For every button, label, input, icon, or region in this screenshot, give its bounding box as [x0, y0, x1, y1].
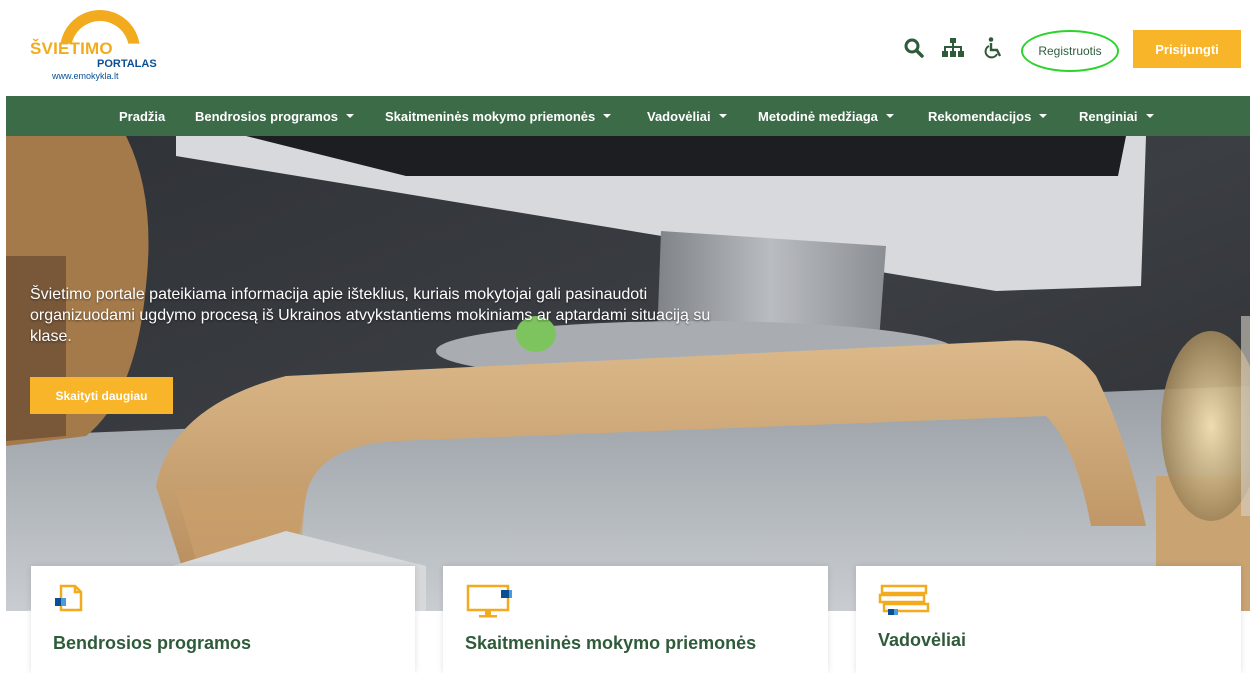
caret-down-icon: [1039, 114, 1048, 118]
nav-item-vadoveliai[interactable]: Vadovėliai: [647, 96, 727, 136]
document-icon: [53, 584, 85, 619]
nav-item-label: Renginiai: [1079, 108, 1138, 124]
logo-url: www.emokykla.lt: [52, 71, 119, 81]
site-logo[interactable]: ŠVIETIMO PORTALAS www.emokykla.lt: [30, 8, 157, 92]
card-bendrosios-programos[interactable]: Bendrosios programos: [31, 566, 415, 673]
caret-down-icon: [346, 114, 355, 118]
nav-item-skaitmenines-priemones[interactable]: Skaitmeninės mokymo priemonės: [385, 96, 612, 136]
nav-item-label: Metodinė medžiaga: [758, 108, 878, 124]
nav-item-rekomendacijos[interactable]: Rekomendacijos: [928, 96, 1048, 136]
register-button[interactable]: Registruotis: [1021, 30, 1119, 72]
sitemap-icon[interactable]: [941, 36, 965, 60]
nav-item-pradzia[interactable]: Pradžia: [119, 96, 165, 136]
card-title: Vadovėliai: [878, 630, 967, 650]
hero-banner: Švietimo portale pateikiama informacija …: [6, 136, 1250, 611]
nav-item-label: Vadovėliai: [647, 108, 711, 124]
login-button[interactable]: Prisijungti: [1133, 30, 1241, 68]
caret-down-icon: [718, 114, 727, 118]
card-skaitmenines-mokymo-priemones[interactable]: Skaitmeninės mokymo priemonės: [443, 566, 828, 673]
caret-down-icon: [603, 114, 612, 118]
nav-item-label: Bendrosios programos: [195, 108, 339, 124]
read-more-button[interactable]: Skaityti daugiau: [30, 377, 173, 414]
logo-title: ŠVIETIMO: [30, 39, 113, 58]
card-vadoveliai[interactable]: Vadovėliai: [856, 566, 1241, 673]
card-title: Bendrosios programos: [53, 633, 252, 653]
nav-item-label: Rekomendacijos: [928, 108, 1032, 124]
card-title: Skaitmeninės mokymo priemonės: [465, 633, 757, 653]
accessibility-icon[interactable]: [983, 36, 1005, 60]
main-nav: Pradžia Bendrosios programos Skaitmeninė…: [6, 96, 1250, 136]
books-icon: [878, 584, 932, 623]
nav-item-renginiai[interactable]: Renginiai: [1079, 96, 1154, 136]
nav-item-label: Pradžia: [119, 108, 166, 124]
logo-subtitle: PORTALAS: [97, 58, 157, 70]
hero-text: Švietimo portale pateikiama informacija …: [30, 286, 711, 345]
nav-item-bendrosios-programos[interactable]: Bendrosios programos: [195, 96, 355, 136]
search-icon[interactable]: [903, 36, 925, 60]
hero-background-image: [6, 136, 1250, 611]
monitor-icon: [465, 584, 515, 625]
nav-item-label: Skaitmeninės mokymo priemonės: [385, 108, 596, 124]
caret-down-icon: [885, 114, 894, 118]
caret-down-icon: [1145, 114, 1154, 118]
nav-item-metodine-medziaga[interactable]: Metodinė medžiaga: [758, 96, 894, 136]
site-header: ŠVIETIMO PORTALAS www.emokykla.lt Regist…: [0, 0, 1254, 96]
